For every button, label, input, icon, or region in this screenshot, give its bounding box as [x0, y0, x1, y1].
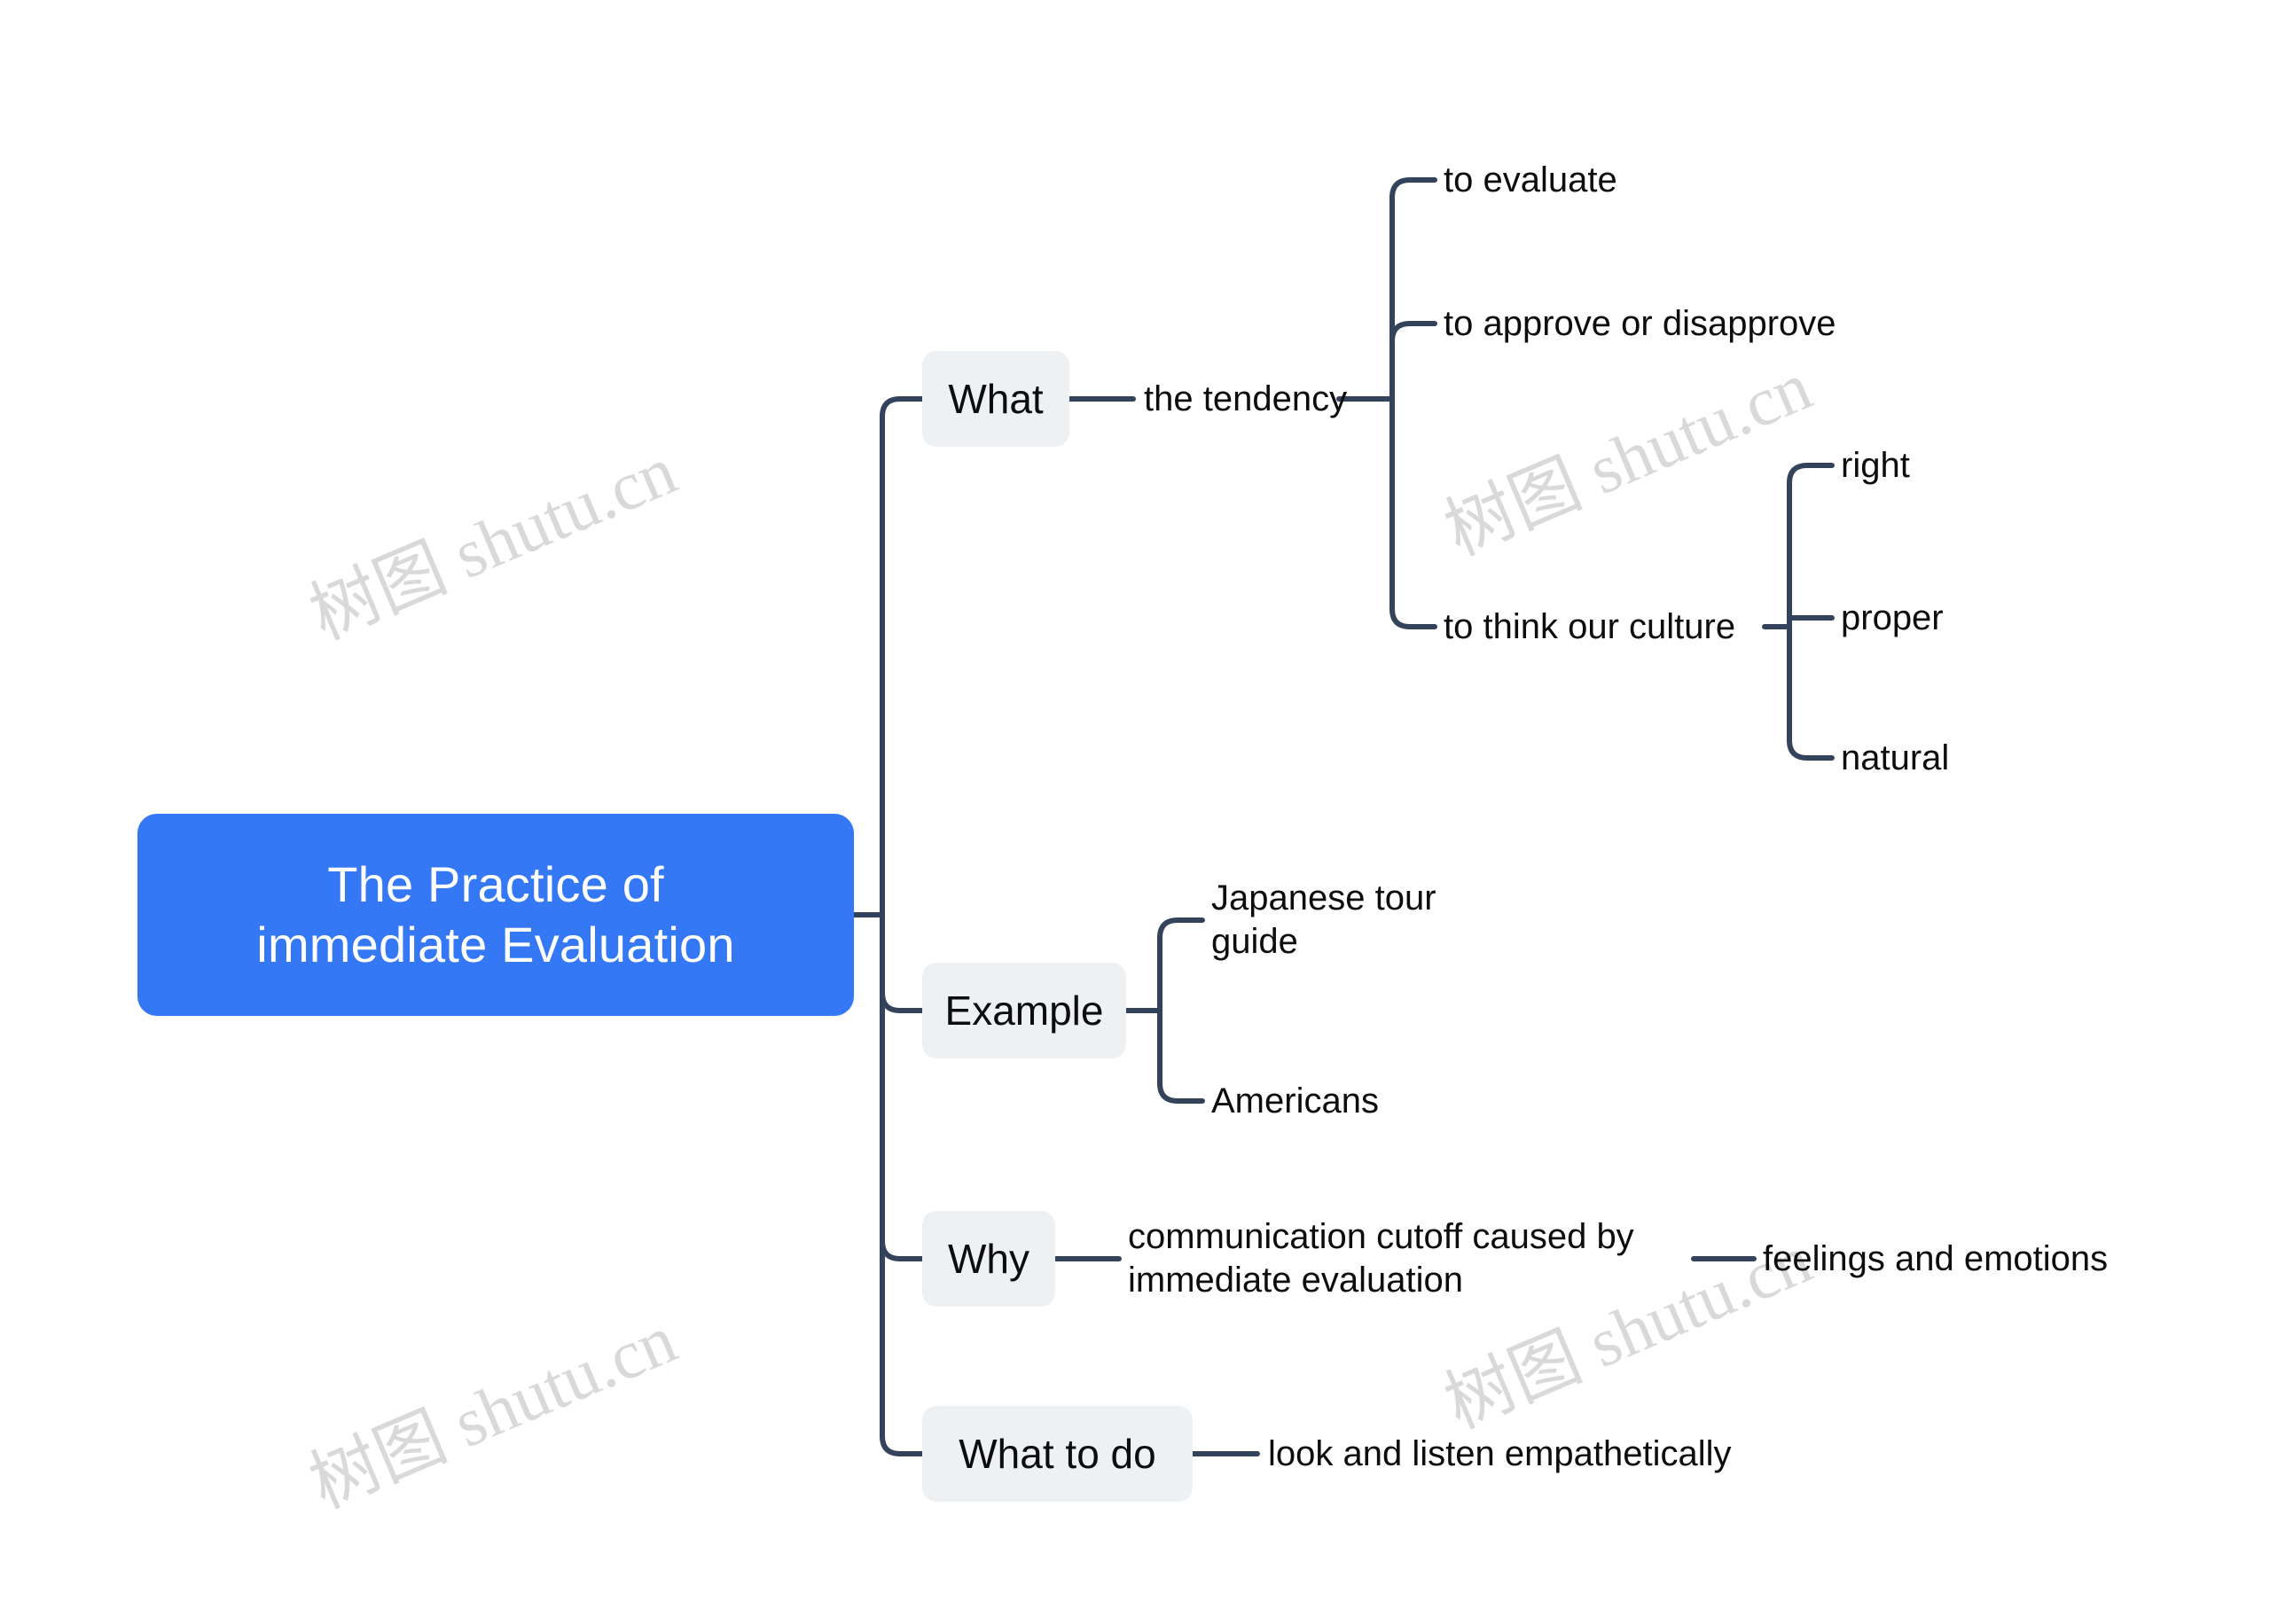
watermark-layer: 树图 shutu.cn 树图 shutu.cn 树图 shutu.cn 树图 s… [0, 0, 2270, 1624]
edge-trunk-to-what-to-do [880, 1433, 925, 1456]
edge-trunk-to-why [880, 1238, 925, 1261]
branch-node-what[interactable]: What [922, 351, 1069, 447]
watermark-text: 树图 shutu.cn [299, 431, 687, 654]
connector-edges [851, 177, 1835, 1456]
leaf-node-to-approve-or-disapprove[interactable]: to approve or disapprove [1444, 297, 1836, 350]
edge-spine-to-evaluate [1389, 177, 1437, 200]
branch-node-what-to-do[interactable]: What to do [922, 1406, 1193, 1502]
leaf-node-to-think-our-culture[interactable]: to think our culture [1444, 600, 1735, 653]
watermark-text: 树图 shutu.cn [1434, 347, 1822, 570]
leaf-node-the-tendency[interactable]: the tendency [1144, 372, 1347, 426]
leaf-node-communication-cutoff[interactable]: communication cutoff caused by immediate… [1128, 1214, 1678, 1303]
leaf-node-proper[interactable]: proper [1841, 591, 1944, 644]
edge-spine-to-natural [1787, 738, 1835, 761]
edge-spine-to-culture [1389, 606, 1437, 629]
leaf-node-japanese-tour-guide[interactable]: Japanese tour guide [1211, 876, 1451, 964]
branch-node-why[interactable]: Why [922, 1211, 1055, 1307]
branch-node-example[interactable]: Example [922, 963, 1126, 1058]
leaf-node-americans[interactable]: Americans [1211, 1074, 1379, 1128]
edge-spine-to-right [1787, 463, 1835, 486]
leaf-node-look-and-listen-empathetically[interactable]: look and listen empathetically [1268, 1427, 1732, 1480]
leaf-node-to-evaluate[interactable]: to evaluate [1444, 153, 1617, 207]
mindmap-canvas: 树图 shutu.cn 树图 shutu.cn 树图 shutu.cn 树图 s… [0, 0, 2270, 1624]
edge-spine-to-americans [1157, 1081, 1205, 1104]
leaf-node-feelings-and-emotions[interactable]: feelings and emotions [1763, 1232, 2108, 1285]
edge-spine-to-guide [1157, 917, 1205, 941]
root-node[interactable]: The Practice of immediate Evaluation [137, 814, 854, 1016]
edge-trunk-to-what [880, 396, 925, 419]
watermark-text: 树图 shutu.cn [299, 1300, 687, 1523]
leaf-node-natural[interactable]: natural [1841, 731, 1949, 785]
edge-trunk-to-example [880, 990, 925, 1013]
edge-spine-to-approve [1389, 321, 1437, 344]
leaf-node-right[interactable]: right [1841, 439, 1910, 492]
